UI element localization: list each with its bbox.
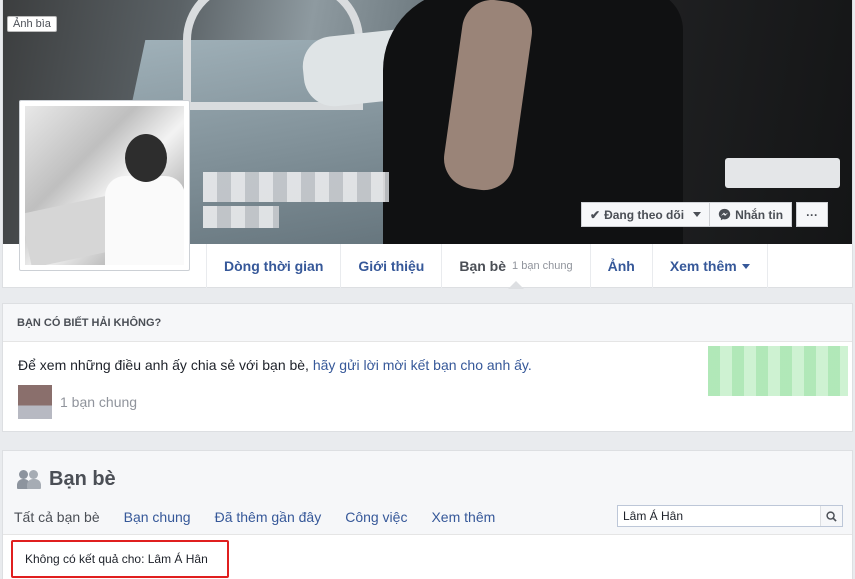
friends-search-input[interactable] <box>618 506 820 526</box>
following-label: Đang theo dõi <box>604 207 685 222</box>
profile-photo-image <box>25 106 184 265</box>
tab-all-friends[interactable]: Tất cả bạn bè <box>14 509 112 525</box>
mutual-friend-avatar[interactable] <box>18 385 52 419</box>
tab-more[interactable]: Xem thêm <box>651 244 768 288</box>
tab-about[interactable]: Giới thiệu <box>340 244 441 288</box>
do-you-know-text-prefix: Để xem những điều anh ấy chia sẻ với bạn… <box>18 357 313 373</box>
more-icon: ··· <box>806 207 819 222</box>
friends-search <box>617 505 843 527</box>
friends-panel: Bạn bè Tất cả bạn bè Bạn chung Đã thêm g… <box>2 450 853 579</box>
profile-nickname-blurred <box>203 206 279 228</box>
tab-photos[interactable]: Ảnh <box>589 244 652 288</box>
profile-name-blurred <box>203 172 389 202</box>
blurred-button <box>725 158 840 188</box>
more-options-button[interactable]: ··· <box>796 202 829 227</box>
do-you-know-heading: BẠN CÓ BIẾT HẢI KHÔNG? <box>3 304 852 342</box>
tab-mutual-friends[interactable]: Bạn chung <box>124 509 203 525</box>
tab-friends-more[interactable]: Xem thêm <box>431 509 507 525</box>
search-icon[interactable] <box>820 506 842 526</box>
cover-actions: ✔ Đang theo dõi Nhắn tin ··· <box>581 202 829 227</box>
profile-tabs: Dòng thời gian Giới thiệu Bạn bè 1 bạn ch… <box>206 244 768 289</box>
message-button[interactable]: Nhắn tin <box>710 202 793 227</box>
friends-title-label: Bạn bè <box>49 468 116 490</box>
photo-head <box>125 134 167 182</box>
mutual-friends[interactable]: 1 bạn chung <box>18 385 137 419</box>
tab-work[interactable]: Công việc <box>345 509 419 525</box>
tab-timeline[interactable]: Dòng thời gian <box>206 244 340 288</box>
tab-friends[interactable]: Bạn bè 1 bạn chung <box>441 244 589 289</box>
do-you-know-text: Để xem những điều anh ấy chia sẻ với bạn… <box>18 357 532 373</box>
add-friend-button-blurred <box>708 346 848 396</box>
check-icon: ✔ <box>590 207 601 222</box>
chevron-down-icon <box>741 263 750 273</box>
profile-header: Ảnh bìa ✔ Đang theo dõi Nhắn tin ··· Dòn… <box>2 0 853 289</box>
do-you-know-panel: BẠN CÓ BIẾT HẢI KHÔNG? Để xem những điều… <box>2 303 853 432</box>
messenger-icon <box>718 208 731 221</box>
profile-picture[interactable] <box>19 100 190 271</box>
tab-recently-added[interactable]: Đã thêm gần đây <box>215 509 334 525</box>
tab-about-label: Giới thiệu <box>358 258 425 274</box>
no-result-message: Không có kết quả cho: Lâm Á Hân <box>11 540 229 578</box>
message-label: Nhắn tin <box>735 207 784 222</box>
friends-title: Bạn bè <box>17 468 116 491</box>
photo-shirt <box>105 176 184 265</box>
cover-photo-label[interactable]: Ảnh bìa <box>7 16 57 32</box>
send-friend-request-link[interactable]: hãy gửi lời mời kết bạn cho anh ấy. <box>313 357 532 373</box>
tab-timeline-label: Dòng thời gian <box>224 258 324 274</box>
following-button[interactable]: ✔ Đang theo dõi <box>581 202 711 227</box>
tab-photos-label: Ảnh <box>607 258 635 274</box>
tab-friends-count: 1 bạn chung <box>512 260 573 272</box>
friends-tabs: Tất cả bạn bè Bạn chung Đã thêm gần đây … <box>14 509 519 525</box>
tab-friends-label: Bạn bè <box>459 258 507 274</box>
tab-more-label: Xem thêm <box>669 258 737 274</box>
chevron-down-icon <box>693 212 702 221</box>
friends-panel-header: Bạn bè Tất cả bạn bè Bạn chung Đã thêm g… <box>3 451 852 535</box>
mutual-friends-label: 1 bạn chung <box>60 394 138 410</box>
friends-icon <box>17 469 41 490</box>
